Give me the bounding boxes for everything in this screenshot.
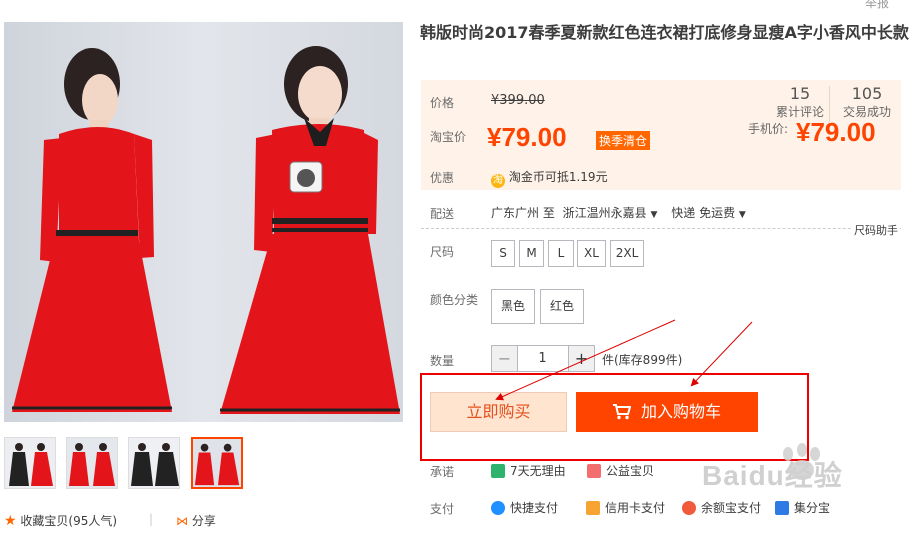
promise-7day[interactable]: 7天无理由 bbox=[491, 462, 566, 479]
share-icon: ⋈ bbox=[176, 514, 188, 528]
size-option-s[interactable]: S bbox=[491, 240, 515, 267]
promise-charity-label: 公益宝贝 bbox=[606, 464, 655, 478]
thumbnail-4-active[interactable] bbox=[191, 437, 243, 489]
delivery-method: 快递 免运费 bbox=[671, 206, 736, 220]
thumbnail-3[interactable] bbox=[128, 437, 180, 489]
payment-yuebao[interactable]: 余额宝支付 bbox=[682, 499, 761, 516]
seven-day-icon bbox=[491, 464, 505, 478]
quantity-increase-button[interactable]: + bbox=[568, 345, 595, 372]
size-option-l[interactable]: L bbox=[548, 240, 574, 267]
reviews-count: 15 bbox=[789, 84, 811, 103]
stock-info: 件(库存899件) bbox=[602, 353, 683, 367]
current-price: ¥79.00 bbox=[487, 122, 567, 152]
quantity-label: 数量 bbox=[430, 354, 455, 368]
payment-jifenbao[interactable]: 集分宝 bbox=[775, 499, 830, 516]
delivery-info: 广东广州 至 浙江温州永嘉县 ▼ 快递 免运费 ▼ bbox=[491, 204, 746, 221]
payment-yuebao-label: 余额宝支付 bbox=[701, 501, 762, 515]
payment-credit[interactable]: 信用卡支付 bbox=[586, 499, 665, 516]
baidu-watermark: Baidu经验 bbox=[702, 440, 902, 500]
delivery-from: 广东广州 至 bbox=[491, 206, 555, 220]
phone-price-label: 手机价: bbox=[748, 122, 789, 136]
divider bbox=[421, 228, 901, 229]
promise-label: 承诺 bbox=[430, 465, 455, 479]
thumbnail-2[interactable] bbox=[66, 437, 118, 489]
promo-content: 淘 淘金币可抵1.19元 bbox=[491, 168, 608, 188]
payment-quick-label: 快捷支付 bbox=[510, 501, 559, 515]
taobao-price-label: 淘宝价 bbox=[430, 130, 467, 144]
main-product-image bbox=[4, 22, 403, 422]
share-label: 分享 bbox=[191, 514, 216, 528]
color-label: 颜色分类 bbox=[430, 293, 479, 307]
promise-7day-label: 7天无理由 bbox=[510, 464, 566, 478]
quantity-input[interactable]: 1 bbox=[517, 345, 568, 372]
product-title: 韩版时尚2017春季夏新款红色连衣裙打底修身显瘦A字小香风中长款 bbox=[420, 23, 909, 42]
size-option-m[interactable]: M bbox=[519, 240, 544, 267]
jifenbao-icon bbox=[775, 501, 789, 515]
share-row: ★ 收藏宝贝(95人气) | ⋈ 分享 bbox=[4, 512, 404, 530]
chevron-down-icon: ▼ bbox=[738, 210, 746, 220]
color-option-black[interactable]: 黑色 bbox=[491, 289, 535, 324]
color-option-red[interactable]: 红色 bbox=[540, 289, 584, 324]
promo-amount: 1.19元 bbox=[568, 170, 608, 184]
size-label: 尺码 bbox=[430, 245, 455, 259]
quantity-decrease-button[interactable]: − bbox=[491, 345, 518, 372]
promo-row: 优惠 淘 淘金币可抵1.19元 bbox=[421, 162, 901, 190]
promo-label: 优惠 bbox=[430, 171, 455, 185]
share-button[interactable]: ⋈ 分享 bbox=[176, 512, 216, 529]
quick-pay-icon bbox=[491, 501, 505, 515]
separator: | bbox=[149, 512, 154, 526]
phone-price[interactable]: ¥79.00 bbox=[796, 117, 876, 148]
payment-quick[interactable]: 快捷支付 bbox=[491, 499, 558, 516]
clearance-badge: 换季清仓 bbox=[596, 131, 651, 150]
favorite-button[interactable]: ★ 收藏宝贝(95人气) bbox=[4, 512, 117, 529]
payment-jifenbao-label: 集分宝 bbox=[794, 501, 831, 515]
report-link[interactable]: 举报 bbox=[865, 0, 889, 11]
delivery-destination: 浙江温州永嘉县 bbox=[562, 206, 647, 220]
size-option-2xl[interactable]: 2XL bbox=[610, 240, 644, 267]
delivery-label: 配送 bbox=[430, 207, 455, 221]
delivery-destination-select[interactable]: 浙江温州永嘉县 ▼ bbox=[563, 206, 658, 220]
size-option-xl[interactable]: XL bbox=[577, 240, 606, 267]
promo-text: 淘金币可抵 bbox=[508, 170, 569, 184]
favorite-count: (95人气) bbox=[68, 514, 118, 528]
taobao-coin-icon: 淘 bbox=[491, 174, 505, 188]
reviews-stat[interactable]: 15 累计评论 bbox=[775, 84, 825, 120]
delivery-method-select[interactable]: 快递 免运费 ▼ bbox=[671, 206, 746, 220]
price-label: 价格 bbox=[430, 96, 455, 110]
star-icon: ★ bbox=[4, 513, 17, 529]
chevron-down-icon: ▼ bbox=[650, 210, 658, 220]
size-guide-link[interactable]: 尺码助手 bbox=[852, 222, 900, 238]
thumbnail-1[interactable] bbox=[4, 437, 56, 489]
deals-stat: 105 交易成功 bbox=[839, 84, 895, 120]
charity-icon bbox=[587, 464, 601, 478]
watermark-text: Baidu经验 bbox=[702, 460, 843, 491]
payment-label: 支付 bbox=[430, 502, 455, 516]
promise-charity[interactable]: 公益宝贝 bbox=[587, 462, 654, 479]
credit-card-icon bbox=[586, 501, 600, 515]
payment-credit-label: 信用卡支付 bbox=[605, 501, 666, 515]
yuebao-icon bbox=[682, 501, 696, 515]
deals-count: 105 bbox=[851, 84, 883, 103]
original-price: ¥399.00 bbox=[491, 93, 545, 108]
favorite-label: 收藏宝贝 bbox=[20, 514, 69, 528]
